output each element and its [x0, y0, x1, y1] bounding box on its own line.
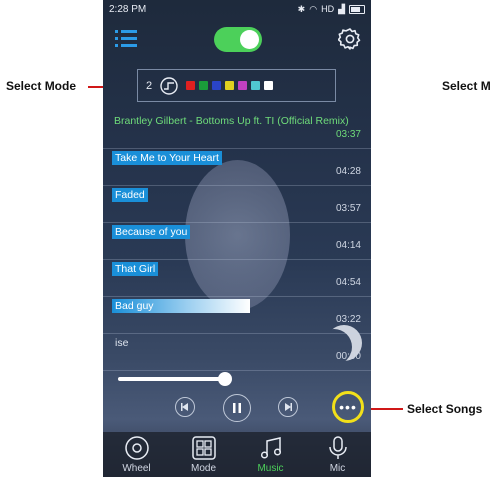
battery-icon — [349, 4, 365, 14]
status-bar: 2:28 PM ✱ ◠ HD ▟ — [103, 0, 371, 18]
bottom-tab-bar: Wheel Mode Music Mic — [103, 432, 371, 477]
song-duration: 04:54 — [335, 277, 361, 288]
tab-wheel[interactable]: Wheel — [103, 432, 170, 477]
song-row[interactable]: Brantley Gilbert - Bottoms Up ft. TI (Of… — [103, 112, 371, 149]
color-swatch[interactable] — [225, 81, 235, 90]
song-duration: 00:00 — [335, 351, 361, 362]
power-toggle[interactable] — [214, 27, 262, 52]
pause-icon — [233, 403, 241, 413]
more-options-button[interactable]: ••• — [332, 391, 364, 423]
song-title: ise — [115, 337, 129, 349]
song-row[interactable]: ise 00:00 — [103, 334, 371, 371]
tab-mode-label: Mode — [190, 463, 216, 474]
signal-icon: ▟ — [338, 3, 345, 14]
song-row[interactable]: Faded 03:57 — [103, 186, 371, 223]
toggle-knob — [240, 30, 259, 49]
tab-mode[interactable]: Mode — [170, 432, 237, 477]
color-swatch[interactable] — [199, 81, 209, 90]
wifi-icon: ◠ — [309, 3, 318, 14]
tab-mic[interactable]: Mic — [304, 432, 371, 477]
song-duration: 03:22 — [335, 314, 361, 325]
bluetooth-icon: ✱ — [297, 3, 306, 14]
more-dots-icon: ••• — [339, 399, 357, 415]
song-duration: 03:37 — [335, 129, 361, 140]
previous-button[interactable] — [175, 397, 195, 417]
mode-number: 2 — [146, 79, 153, 92]
status-icons: ✱ ◠ HD ▟ — [298, 4, 365, 15]
pause-button[interactable] — [223, 394, 251, 422]
next-button[interactable] — [278, 397, 298, 417]
tab-music[interactable]: Music — [237, 432, 304, 477]
mode-selector[interactable]: 2 — [137, 69, 336, 102]
select-mode-right-label: Select M — [442, 79, 491, 93]
tab-wheel-label: Wheel — [122, 463, 151, 474]
seek-knob[interactable] — [218, 372, 232, 386]
music-icon — [260, 437, 281, 459]
song-row[interactable]: Take Me to Your Heart 04:28 — [103, 149, 371, 186]
song-duration: 03:57 — [335, 203, 361, 214]
select-songs-label: Select Songs — [407, 402, 483, 416]
mode-wave-icon[interactable] — [160, 76, 178, 95]
song-title: Bad guy — [112, 299, 250, 313]
song-row[interactable]: Because of you 04:14 — [103, 223, 371, 260]
next-icon — [285, 403, 292, 411]
color-swatch[interactable] — [264, 81, 274, 90]
song-row[interactable]: That Girl 04:54 — [103, 260, 371, 297]
song-title: That Girl — [112, 262, 159, 276]
color-swatch[interactable] — [212, 81, 222, 90]
song-title: Take Me to Your Heart — [112, 151, 222, 165]
tab-mic-label: Mic — [329, 463, 346, 474]
color-swatches — [186, 81, 277, 90]
color-swatch[interactable] — [238, 81, 248, 90]
phone-screen: 2:28 PM ✱ ◠ HD ▟ 2 Brantley Gilbert - Bo… — [103, 0, 371, 477]
menu-icon[interactable] — [115, 28, 137, 48]
wheel-icon — [124, 436, 149, 460]
song-title: Faded — [112, 188, 148, 202]
tab-music-label: Music — [257, 463, 284, 474]
mode-icon — [191, 436, 216, 460]
song-title: Brantley Gilbert - Bottoms Up ft. TI (Of… — [114, 115, 349, 127]
song-duration: 04:14 — [335, 240, 361, 251]
previous-icon — [181, 403, 188, 411]
song-title: Because of you — [112, 225, 191, 239]
network-label: HD — [321, 4, 335, 14]
select-mode-label: Select Mode — [6, 79, 77, 93]
mic-icon — [328, 436, 347, 459]
song-row[interactable]: Bad guy 03:22 — [103, 297, 371, 334]
gear-icon[interactable] — [338, 27, 362, 51]
color-swatch[interactable] — [251, 81, 261, 90]
song-list: Brantley Gilbert - Bottoms Up ft. TI (Of… — [103, 112, 371, 371]
seek-bar[interactable] — [118, 372, 232, 386]
status-time: 2:28 PM — [109, 3, 147, 15]
color-swatch[interactable] — [186, 81, 196, 90]
song-duration: 04:28 — [335, 166, 361, 177]
